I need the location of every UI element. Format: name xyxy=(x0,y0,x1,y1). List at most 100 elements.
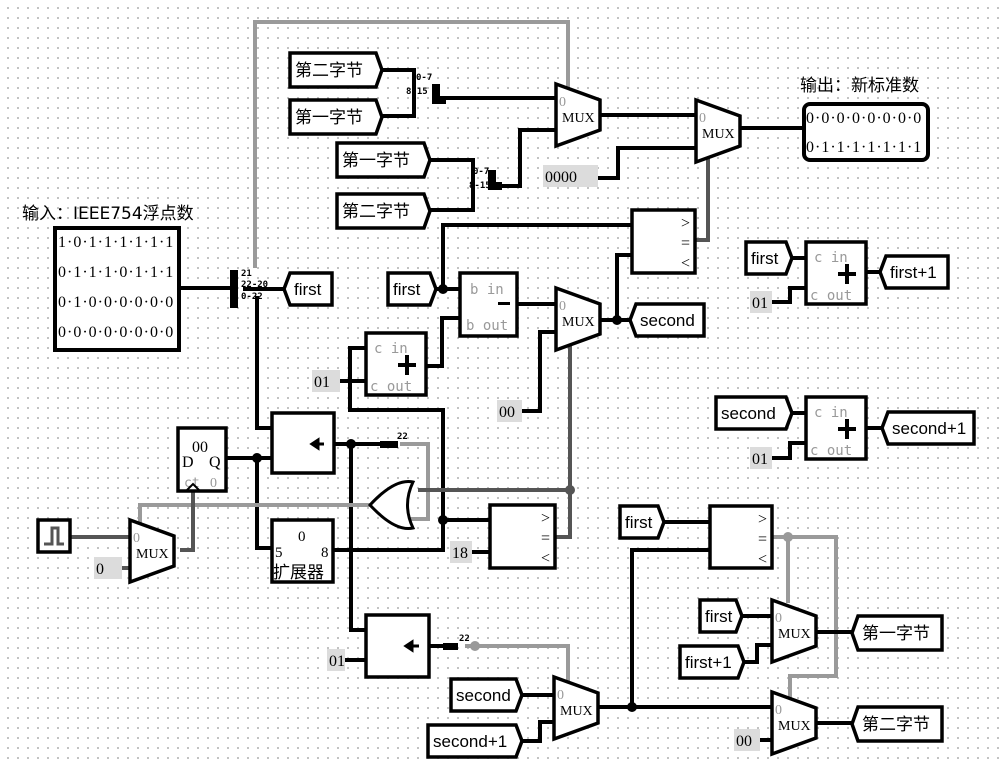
output-title: 输出：新标准数 xyxy=(800,76,919,96)
wire-shift-down xyxy=(349,442,368,632)
tunnel-label: 第一字节 xyxy=(862,624,930,644)
wire-cmp-sel xyxy=(695,152,710,242)
comparator-bottom: > = < xyxy=(708,504,774,570)
register-q-label: Q xyxy=(209,454,221,471)
adder-cout-label: c out xyxy=(810,443,852,459)
wire-byte1b xyxy=(428,158,475,185)
tunnel-first-add: first xyxy=(744,240,794,276)
constant-c18[interactable]: 18 xyxy=(450,541,472,563)
tunnel-byte1-out: 第一字节 xyxy=(850,614,944,652)
constant-value: 00 xyxy=(736,733,752,750)
mux-label: MUX xyxy=(136,547,169,562)
mux-top: 0MUX xyxy=(554,81,602,149)
wire-second1-mux xyxy=(520,720,556,743)
bit-label-22-top: 22 xyxy=(397,432,408,442)
mux-byte1: 0MUX xyxy=(770,597,818,665)
subtractor-bout-label: b out xyxy=(466,318,508,334)
mux-label: MUX xyxy=(778,627,811,642)
wire-mantissa xyxy=(255,296,274,430)
adder-cout-label: c out xyxy=(810,288,852,304)
comparator-equal-label: = xyxy=(758,531,767,548)
tunnel-label: first+1 xyxy=(685,653,732,672)
tunnel-label: first xyxy=(393,280,421,299)
tunnel-label: 第二字节 xyxy=(862,715,930,735)
wire-byte2b xyxy=(428,181,475,212)
constant-value: 00 xyxy=(499,404,515,421)
register-d-label: D xyxy=(182,454,194,471)
tunnel-first-main: first xyxy=(282,271,334,307)
wire-first1-mux3 xyxy=(742,643,774,664)
output-pin: 输出：新标准数 0·0·0·0·0·0·0·0 0·1·1·1·1·1·1·1 xyxy=(800,76,930,162)
constant-value: 01 xyxy=(752,451,768,468)
wire-01-addr2 xyxy=(770,441,808,460)
tunnel-first-plus1-mux: first+1 xyxy=(678,644,746,680)
comparator-top: > = < xyxy=(630,208,697,275)
mux-label: MUX xyxy=(562,111,595,126)
mux-label: MUX xyxy=(560,704,593,719)
minus-icon xyxy=(498,302,510,305)
constant-c00-mux[interactable]: 00 xyxy=(497,400,522,422)
constant-c00-out[interactable]: 00 xyxy=(734,729,760,751)
wire-byte1a xyxy=(380,96,416,118)
extender-in-width: 5 xyxy=(275,545,283,561)
shifter-bottom xyxy=(364,613,431,679)
mux-label: MUX xyxy=(562,315,595,330)
register: 00 D Q ct 0 xyxy=(176,426,228,493)
wire-clk-reg xyxy=(180,490,195,552)
constant-c01-shift[interactable]: 01 xyxy=(327,649,345,671)
comparator-equal-label: = xyxy=(681,235,690,252)
tunnel-label: first xyxy=(625,513,653,532)
constant-value: 18 xyxy=(452,545,468,562)
tunnel-label: second xyxy=(721,404,776,423)
tunnel-first-sub: first xyxy=(386,271,438,307)
splitter-label-21: 21 xyxy=(241,269,252,279)
tunnel-first-mux: first xyxy=(698,598,744,634)
tunnel-label: second+1 xyxy=(892,419,966,438)
constant-c0000[interactable]: 0000 xyxy=(543,165,598,187)
constant-c01-first[interactable]: 01 xyxy=(750,291,772,313)
tunnel-byte1-b: 第一字节 xyxy=(335,141,432,179)
splitter-a-label-8-15: 8-15 xyxy=(406,87,428,97)
adder-second: c in c out xyxy=(804,395,868,461)
input-pin[interactable]: 输入：IEEE754浮点数 1·0·1·1·1·1·1·1 0·1·1·1·0·… xyxy=(22,204,194,352)
tunnel-label: second xyxy=(640,311,695,330)
constant-c01-add[interactable]: 01 xyxy=(312,370,340,392)
mux-sel-0-label: 0 xyxy=(559,95,566,110)
adder-cin-label: c in xyxy=(814,250,848,266)
comparator-less-label: < xyxy=(541,550,550,567)
comparator-middle: > = < xyxy=(488,503,557,570)
constant-c0-clk[interactable]: 0 xyxy=(94,557,122,579)
output-bits-row-1: 0·0·0·0·0·0·0·0 xyxy=(806,110,922,127)
comparator-greater-label: > xyxy=(541,510,550,527)
mux-sel-0-label: 0 xyxy=(559,299,566,314)
mux-bottom: 0MUX xyxy=(552,674,600,742)
tunnel-byte1-a: 第一字节 xyxy=(288,98,384,136)
output-bits-row-2: 0·1·1·1·1·1·1·1 xyxy=(806,139,922,156)
tunnel-second-plus1-out: second+1 xyxy=(880,410,976,446)
adder-first: c in c out xyxy=(804,240,868,306)
splitter-b-label-8-15: 8-15 xyxy=(469,181,491,191)
comparator-less-label: < xyxy=(681,255,690,272)
constant-value: 0 xyxy=(96,561,104,578)
tunnel-label: 第二字节 xyxy=(342,202,410,222)
input-bits-row-4: 0·0·0·0·0·0·0·0 xyxy=(58,324,174,341)
wire-0000 xyxy=(598,146,698,180)
mux-sel-0-label: 0 xyxy=(775,611,782,626)
wires xyxy=(70,20,884,743)
tunnel-label: first xyxy=(705,607,733,626)
adder-cin-label: c in xyxy=(374,341,408,357)
input-bits-row-3: 0·1·0·0·0·0·0·0 xyxy=(58,294,174,311)
input-bits-row-2: 0·1·1·1·0·1·1·1 xyxy=(58,264,174,281)
tunnel-first-plus1-out: first+1 xyxy=(878,254,950,290)
tunnel-second-plus1-mux: second+1 xyxy=(426,723,524,759)
splitter-a-label-0-7: 0-7 xyxy=(416,73,432,83)
mux-byte2: 0MUX xyxy=(770,689,818,757)
constant-c01-second[interactable]: 01 xyxy=(750,447,772,469)
tunnel-second-mux: second xyxy=(449,677,524,713)
clock[interactable] xyxy=(36,518,72,554)
mux-sel-0-label: 0 xyxy=(699,111,706,126)
tunnel-label: first xyxy=(751,249,779,268)
tunnel-byte2-b: 第二字节 xyxy=(335,192,432,230)
comparator-less-label: < xyxy=(758,551,767,568)
input-title: 输入：IEEE754浮点数 xyxy=(22,204,194,224)
